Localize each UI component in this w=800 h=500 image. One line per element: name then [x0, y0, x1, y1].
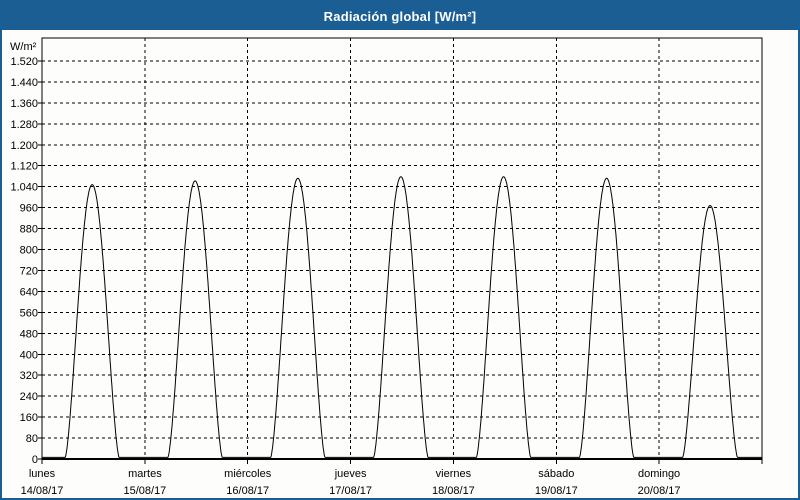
y-tick-label: 560	[20, 307, 38, 319]
x-date-label: 15/08/17	[123, 485, 166, 497]
window-title-bar: Radiación global [W/m²]	[2, 2, 798, 30]
y-tick-label: 960	[20, 203, 38, 215]
y-tick-label: 240	[20, 391, 38, 403]
x-date-label: 20/08/17	[638, 485, 681, 497]
y-axis-unit: W/m²	[10, 41, 37, 53]
y-tick-label: 720	[20, 266, 38, 278]
y-tick-label: 640	[20, 286, 38, 298]
x-day-name-label: domingo	[638, 468, 680, 480]
chart-content-area: 0 80 160 240 320 400 480 560 640 720 800 880 960 1.04…	[2, 30, 798, 498]
y-axis-unit-label: W/m²	[10, 41, 37, 53]
radiation-line-chart: 0 80 160 240 320 400 480 560 640 720 800 880 960 1.04…	[10, 37, 763, 497]
axis-ticks	[38, 60, 763, 464]
x-date-label: 18/08/17	[432, 485, 475, 497]
y-tick-label: 0	[32, 454, 38, 466]
x-day-name-label: martes	[128, 468, 162, 480]
x-day-name-label: jueves	[334, 468, 367, 480]
y-tick-label: 880	[20, 224, 38, 236]
radiation-series-line	[41, 176, 763, 458]
y-tick-label: 1.360	[10, 98, 38, 110]
radiation-chart-window: Radiación global [W/m²] 0 80 160 240 320 400 4…	[0, 0, 800, 500]
y-tick-label: 1.520	[10, 56, 38, 68]
y-tick-label: 1.440	[10, 77, 38, 89]
y-tick-label: 1.040	[10, 182, 38, 194]
x-date-label: 16/08/17	[226, 485, 269, 497]
x-date-label: 17/08/17	[329, 485, 372, 497]
x-date-label: 19/08/17	[535, 485, 578, 497]
y-tick-label: 160	[20, 412, 38, 424]
x-day-name-label: miércoles	[224, 468, 272, 480]
x-day-name-label: lunes	[29, 468, 56, 480]
y-tick-label: 1.200	[10, 140, 38, 152]
y-tick-label: 400	[20, 349, 38, 361]
y-tick-label: 480	[20, 328, 38, 340]
window-title: Radiación global [W/m²]	[323, 8, 477, 24]
y-tick-label: 1.280	[10, 119, 38, 131]
y-tick-label: 800	[20, 245, 38, 257]
radiation-curve	[41, 176, 763, 458]
y-axis-labels: 0 80 160 240 320 400 480 560 640 720 800 880 960 1.04…	[10, 56, 38, 466]
y-tick-label: 1.120	[10, 161, 38, 173]
x-date-label: 14/08/17	[21, 485, 64, 497]
y-gridlines	[42, 60, 762, 439]
x-day-name-label: sábado	[538, 468, 574, 480]
x-axis-labels: lunes 14/08/17 martes 15/08/17 miércoles 16/0…	[21, 468, 681, 497]
x-day-name-label: viernes	[436, 468, 472, 480]
y-tick-label: 320	[20, 370, 38, 382]
y-tick-label: 80	[26, 433, 38, 445]
